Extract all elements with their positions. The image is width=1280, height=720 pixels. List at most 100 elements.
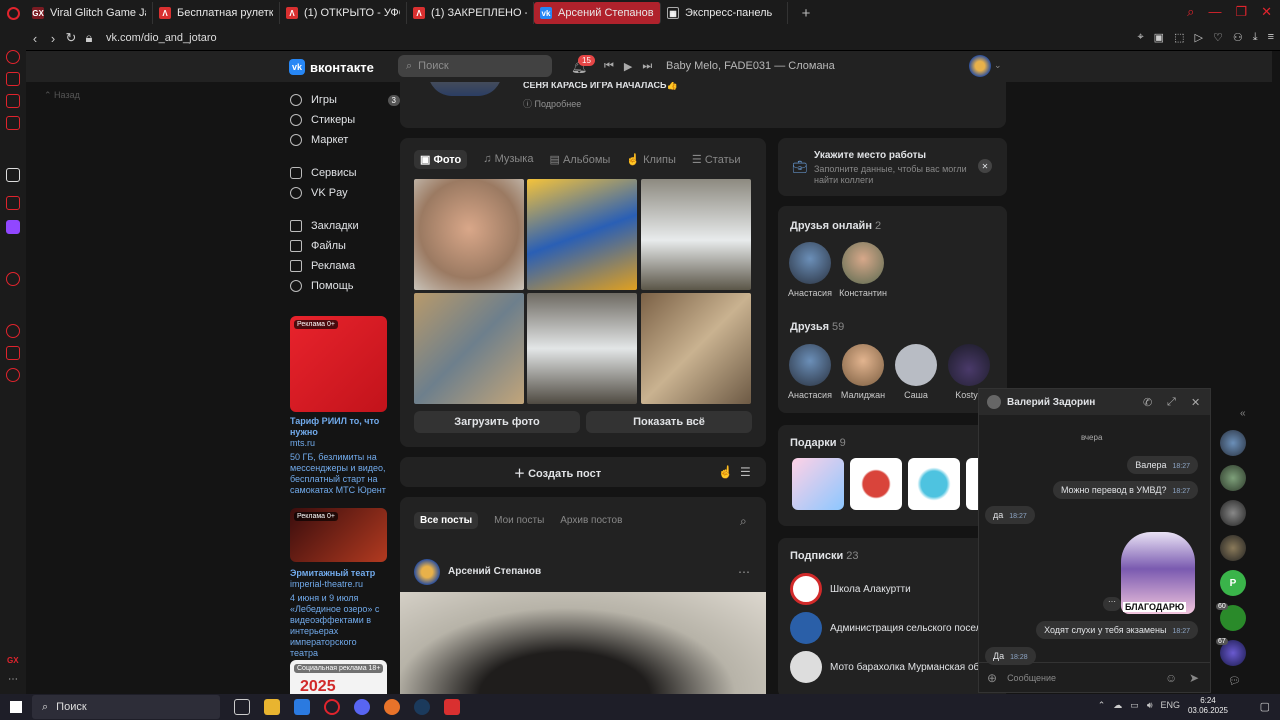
tab-photos[interactable]: ▣ Фото xyxy=(414,150,468,169)
gift-3[interactable] xyxy=(908,458,960,510)
more-info-link[interactable]: ⓘ Подробнее xyxy=(523,97,581,110)
friend-2[interactable]: Малиджан xyxy=(839,344,887,400)
store-icon[interactable] xyxy=(294,699,310,715)
extensions-icon[interactable] xyxy=(6,346,20,360)
cleaner-icon[interactable] xyxy=(6,94,20,108)
sort-icon[interactable]: ☰ xyxy=(740,465,751,479)
sidebar-item-stickers[interactable]: Стикеры xyxy=(290,114,400,126)
photo-5[interactable] xyxy=(527,293,637,404)
cast-icon[interactable]: ⬚ xyxy=(1174,31,1184,44)
sidebar-item-vkpay[interactable]: VK Pay xyxy=(290,187,400,199)
collapse-icon[interactable]: « xyxy=(1240,408,1246,419)
message-in[interactable]: да 18:27 xyxy=(985,506,1035,524)
chat-list-avatar[interactable] xyxy=(1220,430,1246,456)
chevron-down-icon[interactable]: ⌄ xyxy=(994,60,1002,71)
search-input[interactable]: ⌕ Поиск xyxy=(398,55,552,77)
more-icon[interactable]: ⋯ xyxy=(738,565,750,579)
gx-control-icon[interactable] xyxy=(6,50,20,64)
clock[interactable]: 6:24 03.06.2025 xyxy=(1188,696,1228,716)
sidebar-item-ads[interactable]: Реклама xyxy=(290,260,400,272)
create-post-button[interactable]: ＋ Создать пост xyxy=(514,465,601,481)
friend-online-1[interactable]: Анастасия xyxy=(786,242,834,298)
close-icon[interactable]: ✕ xyxy=(1261,4,1272,20)
avatar[interactable] xyxy=(969,55,991,77)
history-icon[interactable] xyxy=(6,324,20,338)
sidebar-item-games[interactable]: Игры 3 xyxy=(290,94,400,106)
subscription-1[interactable]: Школа Алакуртти xyxy=(790,573,990,605)
ad-banner-theatre[interactable]: Реклама 0+ xyxy=(290,508,387,562)
post-author[interactable]: Арсений Степанов xyxy=(448,566,541,577)
reload-icon[interactable]: ↻ xyxy=(62,30,80,46)
forward-icon[interactable]: › xyxy=(44,31,62,46)
subscription-3[interactable]: Мото барахолка Мурманская область xyxy=(790,651,990,683)
opera-gx-logo-icon[interactable] xyxy=(0,0,26,26)
tab-archive[interactable]: Архив постов xyxy=(560,512,622,529)
notification-icon[interactable]: ▢ xyxy=(1260,700,1270,713)
ad-banner-mts[interactable]: Реклама 0+ xyxy=(290,316,387,412)
gx-corner-icon[interactable] xyxy=(6,72,20,86)
clip-icon[interactable]: ☝ xyxy=(718,465,733,479)
pin-icon[interactable]: ⌖ xyxy=(1137,31,1143,44)
tab-4[interactable]: Λ(1) ЗАКРЕПЛЕНО - Заяв xyxy=(407,2,534,24)
create-post-card[interactable]: ＋ Создать пост ☝ ☰ xyxy=(400,457,766,487)
chat-bubble-icon[interactable]: 💬︎ xyxy=(1228,676,1241,687)
explorer-icon[interactable] xyxy=(264,699,280,715)
show-all-button[interactable]: Показать всё xyxy=(586,411,752,433)
app-icon[interactable] xyxy=(384,699,400,715)
post-author-avatar[interactable] xyxy=(414,559,440,585)
chat-list-avatar[interactable]: 60 xyxy=(1216,603,1246,631)
sticker-image[interactable]: БЛАГОДАРЮ xyxy=(1121,532,1195,614)
gift-2[interactable] xyxy=(850,458,902,510)
display-icon[interactable]: ▭ xyxy=(1130,700,1139,711)
search-icon[interactable]: ⌕ xyxy=(740,514,747,529)
close-icon[interactable]: ✕ xyxy=(978,159,992,173)
chat-list-avatar[interactable] xyxy=(1220,500,1246,526)
upload-photo-button[interactable]: Загрузить фото xyxy=(414,411,580,433)
photo-2[interactable] xyxy=(527,179,637,290)
profile-icon[interactable]: ⚇ xyxy=(1233,31,1243,44)
message-input[interactable]: ⊕ Сообщение ☺ ➤ xyxy=(979,662,1210,692)
chat-list-avatar[interactable]: 67 xyxy=(1216,638,1246,666)
menu-icon[interactable]: ≡ xyxy=(1268,31,1274,44)
message-out[interactable]: Валера 18:27 xyxy=(1127,456,1198,474)
chevron-up-icon[interactable]: ⌃ xyxy=(1098,700,1106,711)
tab-5-active[interactable]: vk Арсений Степанов xyxy=(534,2,661,24)
phone-icon[interactable]: ✆ xyxy=(1143,396,1152,409)
sidebar-item-market[interactable]: Маркет xyxy=(290,134,400,146)
chat-list-avatar[interactable] xyxy=(1220,465,1246,491)
tab-1[interactable]: GXViral Glitch Game Jam | G xyxy=(26,2,153,24)
nav-back[interactable]: ⌃ Назад xyxy=(44,90,80,101)
network-icon[interactable]: ☁ xyxy=(1113,700,1122,711)
sidebar-item-help[interactable]: Помощь xyxy=(290,280,400,292)
play-icon[interactable]: ▶ xyxy=(624,60,632,73)
steam-icon[interactable] xyxy=(414,699,430,715)
post-image[interactable] xyxy=(400,592,766,694)
photo-3[interactable] xyxy=(641,179,751,290)
music-icon[interactable] xyxy=(6,116,20,130)
chat-icon[interactable] xyxy=(6,196,20,210)
friend-3[interactable]: Саша xyxy=(892,344,940,400)
tab-music[interactable]: ♫ Музыка xyxy=(483,150,533,169)
emoji-icon[interactable]: ☺ xyxy=(1165,671,1177,685)
taskbar-search[interactable]: ⌕ Поиск xyxy=(32,695,220,719)
aria-icon[interactable] xyxy=(6,168,20,182)
maximize-icon[interactable]: ❐ xyxy=(1235,4,1247,20)
tab-albums[interactable]: ▤ Альбомы xyxy=(549,150,610,169)
search-icon[interactable]: ⌕ xyxy=(1187,4,1194,20)
send-icon[interactable]: ➤ xyxy=(1189,671,1199,685)
gift-1[interactable] xyxy=(792,458,844,510)
task-view-icon[interactable] xyxy=(234,699,250,715)
tab-6[interactable]: ▦ Экспресс-панель xyxy=(661,2,788,24)
more-icon[interactable]: ⋯ xyxy=(8,674,18,685)
now-playing[interactable]: Baby Melo, FADE031 — Сломана xyxy=(666,60,835,72)
ad-banner-social[interactable]: Социальная реклама 18+ 2025 xyxy=(290,660,387,694)
gifts-title[interactable]: Подарки 9 xyxy=(790,437,846,449)
friend-1[interactable]: Анастасия xyxy=(786,344,834,400)
ad-text-theatre[interactable]: Эрмитажный театр imperial-theatre.ru 4 и… xyxy=(290,568,387,659)
message-out[interactable]: Ходят слухи у тебя экзамены 18:27 xyxy=(1036,621,1198,639)
tab-my-posts[interactable]: Мои посты xyxy=(494,512,544,529)
chat-list-avatar[interactable] xyxy=(1220,535,1246,561)
sidebar-item-bookmarks[interactable]: Закладки xyxy=(290,220,400,232)
lang-indicator[interactable]: ENG xyxy=(1160,700,1180,711)
settings-icon[interactable] xyxy=(6,368,20,382)
